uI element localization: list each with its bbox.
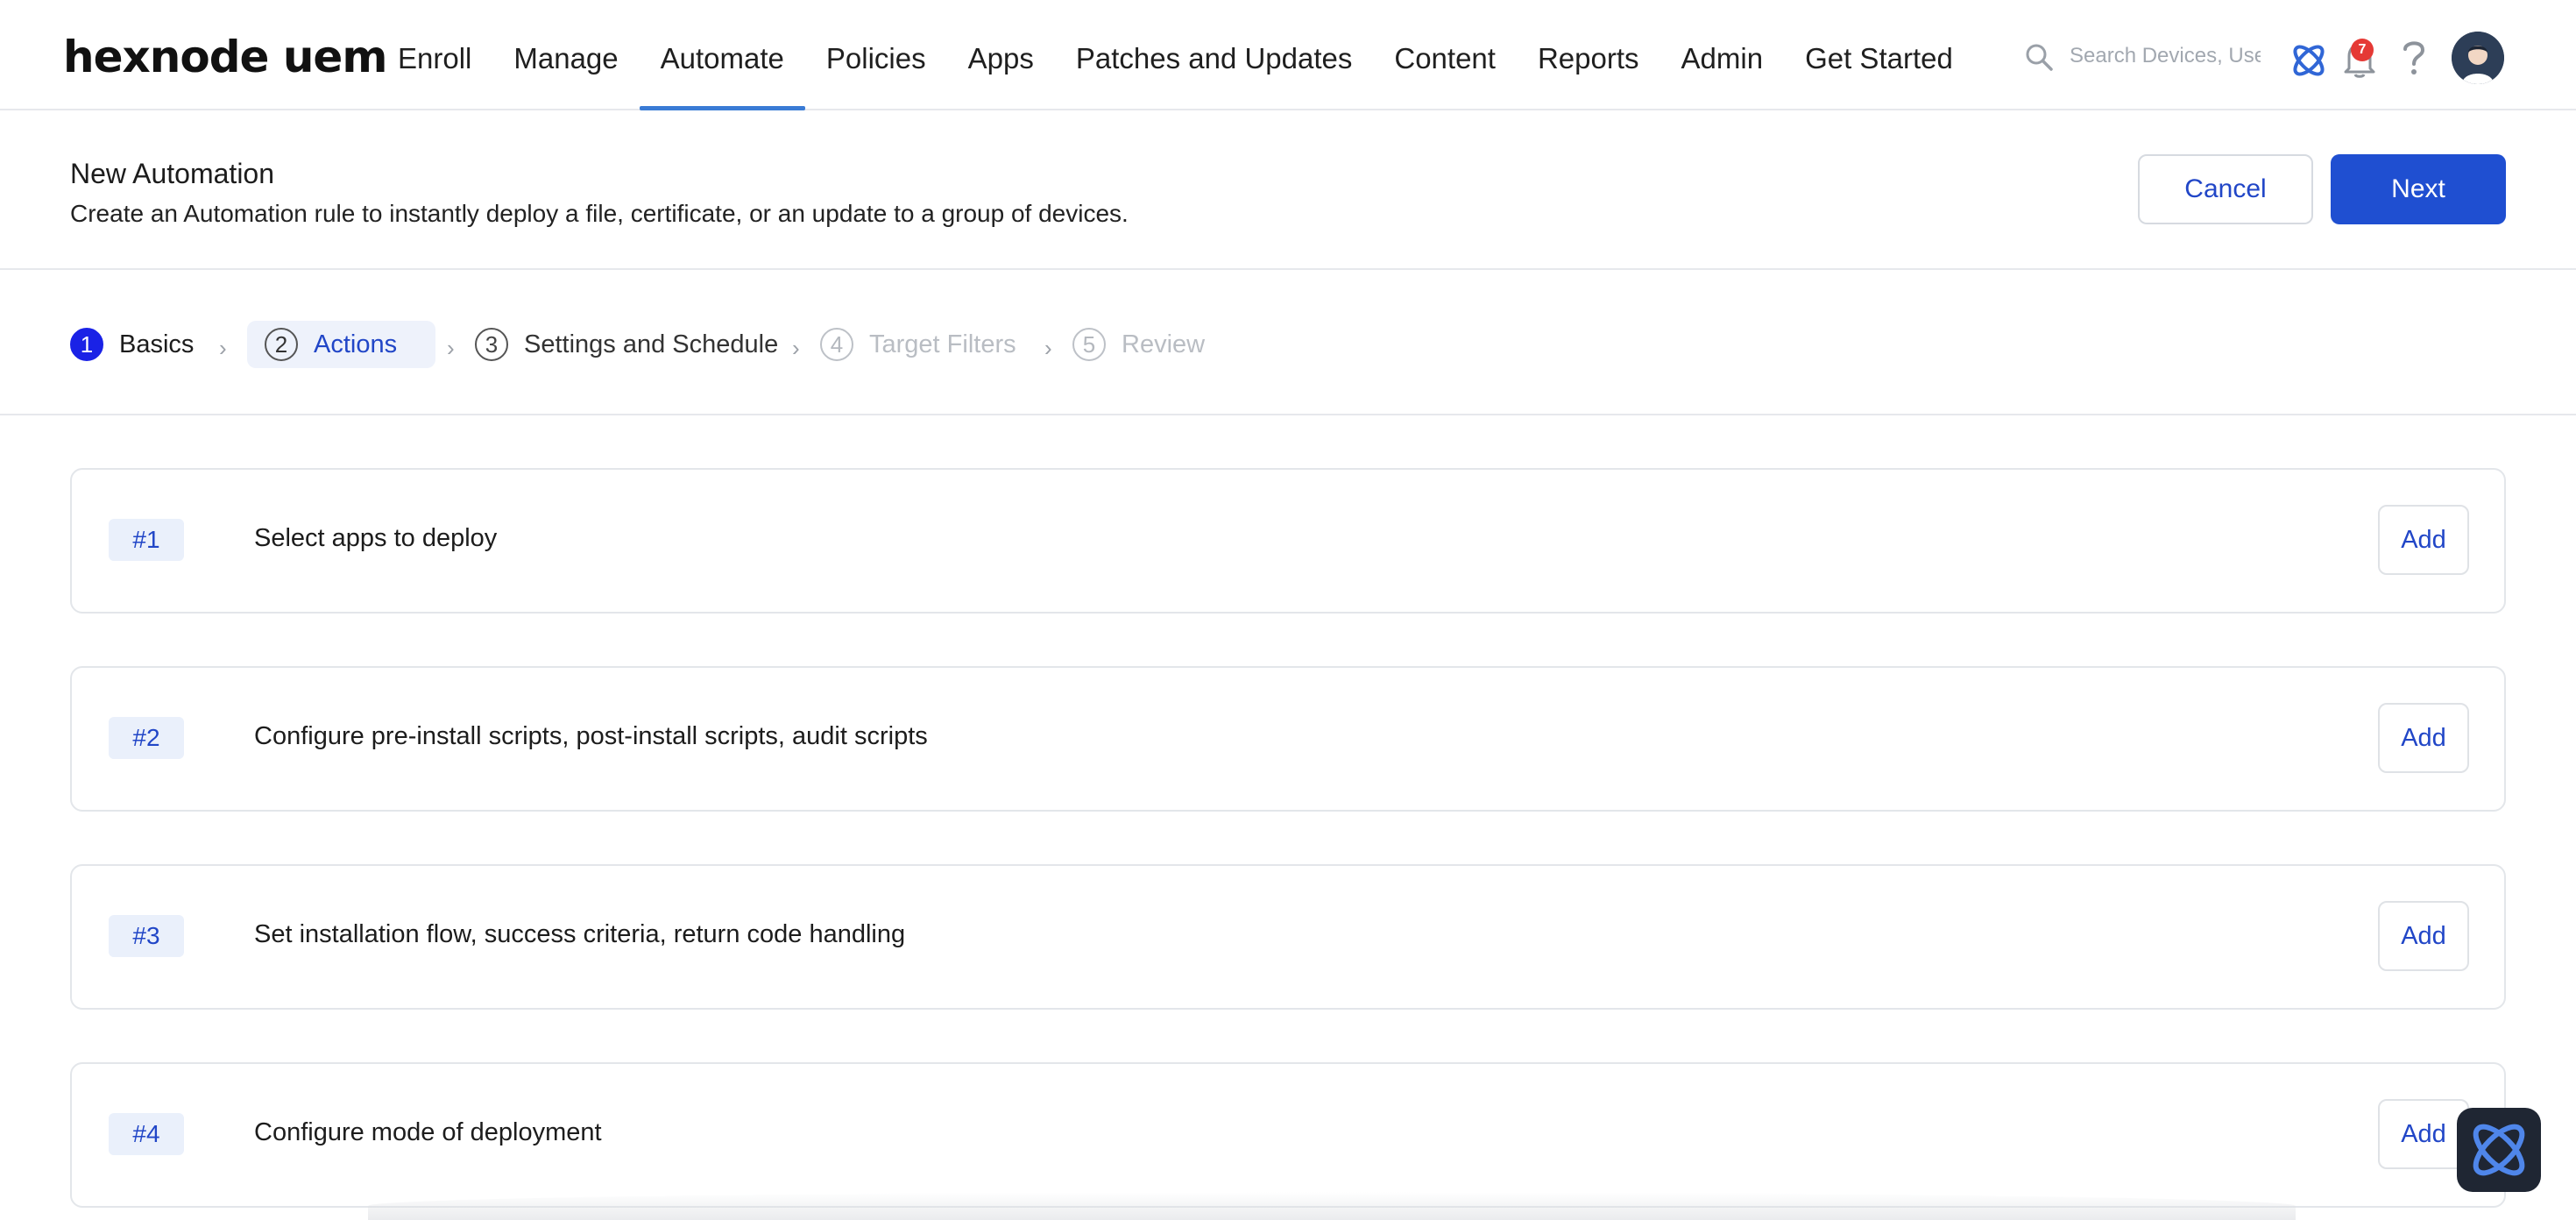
step-label: Target Filters (869, 330, 1016, 358)
action-number-badge: #1 (109, 519, 184, 561)
step-number: 1 (70, 328, 103, 361)
nav-item-patches-and-updates[interactable]: Patches and Updates (1055, 0, 1374, 110)
step-label: Review (1122, 330, 1206, 358)
scroll-shadow (368, 1192, 2296, 1220)
step-number: 4 (820, 328, 853, 361)
nav-item-automate[interactable]: Automate (639, 0, 806, 110)
action-card-select-apps: #1 Select apps to deploy Add (70, 468, 2506, 614)
action-card-scripts: #2 Configure pre-install scripts, post-i… (70, 666, 2506, 812)
add-button[interactable]: Add (2378, 1099, 2469, 1169)
nav-item-get-started[interactable]: Get Started (1784, 0, 1974, 110)
chevron-right-icon: › (792, 335, 800, 361)
assistant-chat-button[interactable] (2457, 1108, 2541, 1192)
nav-item-admin[interactable]: Admin (1660, 0, 1785, 110)
chevron-right-icon: › (447, 335, 455, 361)
step-basics[interactable]: 1 Basics (70, 323, 194, 366)
nav-item-apps[interactable]: Apps (947, 0, 1055, 110)
step-target-filters: 4 Target Filters (820, 323, 1016, 366)
nav-item-reports[interactable]: Reports (1517, 0, 1660, 110)
step-review: 5 Review (1072, 323, 1205, 366)
next-button[interactable]: Next (2331, 154, 2506, 224)
step-label: Basics (119, 330, 195, 358)
user-avatar-icon (2452, 32, 2504, 84)
chevron-right-icon: › (219, 335, 227, 361)
action-description: Select apps to deploy (254, 524, 498, 552)
action-card-installation-flow: #3 Set installation flow, success criter… (70, 864, 2506, 1010)
wizard-stepper: 1 Basics › 2 Actions › 3 Settings and Sc… (0, 270, 2576, 415)
hexnode-logo[interactable]: hexnode uem (63, 32, 387, 82)
page-header: New Automation Create an Automation rule… (0, 110, 2576, 270)
nav-item-policies[interactable]: Policies (805, 0, 947, 110)
nav-item-content[interactable]: Content (1373, 0, 1517, 110)
add-button[interactable]: Add (2378, 505, 2469, 575)
hexnode-logo-icon[interactable] (2289, 40, 2329, 81)
action-number-badge: #2 (109, 717, 184, 759)
add-button[interactable]: Add (2378, 901, 2469, 971)
search-icon (2026, 44, 2053, 71)
cancel-button[interactable]: Cancel (2138, 154, 2313, 224)
main-nav-menu: Enroll Manage Automate Policies Apps Pat… (377, 0, 1974, 110)
notification-count-badge: 7 (2351, 39, 2374, 61)
chevron-right-icon: › (1044, 335, 1052, 361)
step-actions[interactable]: 2 Actions (247, 321, 436, 368)
step-number: 5 (1072, 328, 1106, 361)
step-number: 3 (475, 328, 508, 361)
global-search (2024, 39, 2261, 74)
nav-item-enroll[interactable]: Enroll (377, 0, 492, 110)
add-button[interactable]: Add (2378, 703, 2469, 773)
action-number-badge: #3 (109, 915, 184, 957)
step-settings-and-schedule[interactable]: 3 Settings and Schedule (475, 323, 778, 366)
action-description: Set installation flow, success criteria,… (254, 920, 906, 948)
action-card-deployment-mode: #4 Configure mode of deployment Add (70, 1062, 2506, 1208)
top-navigation-bar: hexnode uem Enroll Manage Automate Polic… (0, 0, 2576, 110)
help-icon[interactable] (2399, 37, 2429, 77)
hexnode-assistant-icon (2473, 1124, 2525, 1176)
action-description: Configure mode of deployment (254, 1118, 602, 1146)
nav-item-manage[interactable]: Manage (492, 0, 639, 110)
step-label: Settings and Schedule (524, 330, 779, 358)
action-number-badge: #4 (109, 1113, 184, 1155)
page-subtitle: Create an Automation rule to instantly d… (70, 200, 1129, 227)
action-description: Configure pre-install scripts, post-inst… (254, 722, 928, 750)
step-number: 2 (265, 328, 298, 361)
step-label: Actions (314, 330, 398, 358)
avatar[interactable] (2452, 32, 2504, 84)
page-title: New Automation (70, 158, 275, 189)
search-input[interactable] (2070, 39, 2261, 74)
